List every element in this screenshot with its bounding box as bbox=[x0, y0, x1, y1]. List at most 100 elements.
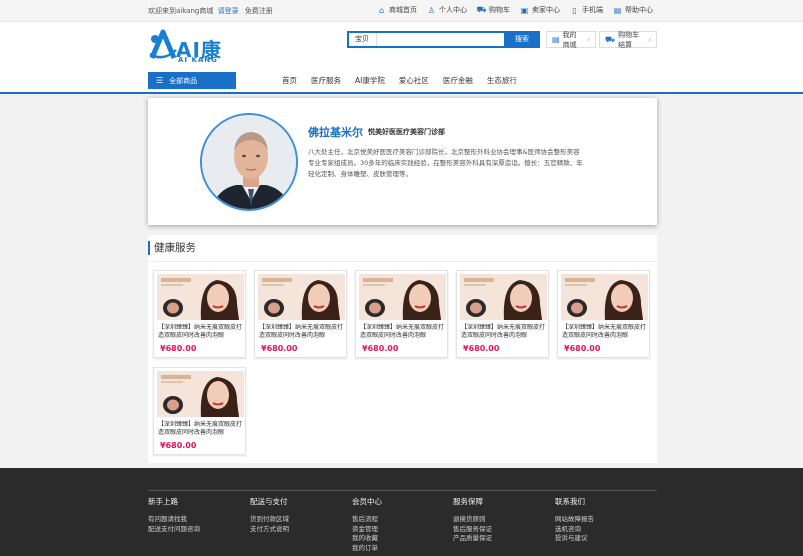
product-image[interactable] bbox=[258, 274, 345, 320]
main-nav: ☰ 全部商品 首页 医疗服务 AI康学院 爱心社区 医疗金融 生态旅行 bbox=[0, 72, 803, 94]
all-categories-button[interactable]: ☰ 全部商品 bbox=[148, 72, 236, 89]
cart-icon: ⛟ bbox=[605, 34, 616, 44]
product-card[interactable]: 【深圳臻臻】纳米无痕双眼皮打造双眼皮同时改善肉泡眼 ¥680.00 bbox=[254, 270, 347, 358]
doctor-avatar bbox=[200, 113, 298, 211]
product-card[interactable]: 【深圳臻臻】纳米无痕双眼皮打造双眼皮同时改善肉泡眼 ¥680.00 bbox=[153, 367, 246, 455]
cart-checkout-label: 购物车结算 bbox=[618, 30, 640, 49]
home-icon: ⌂ bbox=[378, 5, 385, 15]
top-link-label: 卖家中心 bbox=[532, 6, 560, 14]
logo-mark-icon bbox=[149, 29, 177, 59]
doctor-title: 悦美好医医疗美容门诊部 bbox=[368, 128, 445, 136]
product-photo-icon bbox=[258, 274, 345, 320]
product-card[interactable]: 【深圳臻臻】纳米无痕双眼皮打造双眼皮同时改善肉泡眼 ¥680.00 bbox=[355, 270, 448, 358]
footer-link[interactable]: 退换货原则 bbox=[453, 515, 492, 525]
nav-items: 首页 医疗服务 AI康学院 爱心社区 医疗金融 生态旅行 bbox=[282, 75, 531, 86]
product-price: ¥680.00 bbox=[564, 344, 601, 353]
top-link-label: 商城首页 bbox=[389, 6, 417, 14]
top-link-label: 购物车 bbox=[489, 6, 510, 14]
footer-column-title: 联系我们 bbox=[555, 497, 585, 506]
product-photo-icon bbox=[561, 274, 648, 320]
top-link-user[interactable]: ♙ 个人中心 bbox=[427, 5, 467, 15]
welcome-area: 欢迎来到aikang商城 请登录 免费注册 bbox=[148, 6, 273, 16]
top-link-cart[interactable]: ⛟ 购物车 bbox=[476, 5, 510, 15]
product-photo-icon bbox=[460, 274, 547, 320]
top-link-label: 个人中心 bbox=[439, 6, 467, 14]
product-price: ¥680.00 bbox=[160, 441, 197, 450]
footer-link[interactable]: 有问题请找我 bbox=[148, 515, 200, 525]
header: AI康 AI KANG 宝贝 搜索 ▤ 我的商城 › ⛟ 购物车结算 › bbox=[0, 22, 803, 72]
register-link[interactable]: 免费注册 bbox=[245, 7, 273, 15]
chevron-right-icon: › bbox=[648, 35, 651, 44]
search-scope-label[interactable]: 宝贝 bbox=[349, 33, 377, 46]
product-description[interactable]: 【深圳臻臻】纳米无痕双眼皮打造双眼皮同时改善肉泡眼 bbox=[158, 421, 244, 437]
product-description[interactable]: 【深圳臻臻】纳米无痕双眼皮打造双眼皮同时改善肉泡眼 bbox=[259, 324, 345, 340]
product-photo-icon bbox=[157, 371, 244, 417]
my-mall-button[interactable]: ▤ 我的商城 › bbox=[546, 30, 596, 49]
avatar-portrait-icon bbox=[202, 115, 296, 209]
footer-link[interactable]: 我的收藏 bbox=[352, 534, 382, 544]
my-mall-label: 我的商城 bbox=[562, 30, 577, 49]
product-price: ¥680.00 bbox=[362, 344, 399, 353]
all-categories-label: 全部商品 bbox=[169, 76, 198, 85]
top-link-seller[interactable]: ▣ 卖家中心 bbox=[520, 5, 560, 15]
top-links: ⌂ 商城首页 ♙ 个人中心 ⛟ 购物车 ▣ 卖家中心 ▯ 手机端 ▤ 帮助中心 bbox=[367, 5, 653, 15]
footer-link[interactable]: 投诉与建议 bbox=[555, 534, 594, 544]
footer: 新手上路 有问题请找我 配送支付问题咨询 配送与支付 货到付款区域 支付方式说明 会员中心售… bbox=[0, 468, 803, 556]
footer-column: 配送与支付 货到付款区域 支付方式说明 bbox=[250, 496, 289, 534]
product-description[interactable]: 【深圳臻臻】纳米无痕双眼皮打造双眼皮同时改善肉泡眼 bbox=[360, 324, 446, 340]
footer-link[interactable]: 配送支付问题咨询 bbox=[148, 525, 200, 535]
doctor-profile-card: 佛拉基米尔 悦美好医医疗美容门诊部 八大处主任，北京悦美好医医疗美容门诊部院长，… bbox=[148, 98, 657, 225]
product-price: ¥680.00 bbox=[160, 344, 197, 353]
mobile-icon: ▯ bbox=[572, 5, 577, 15]
footer-link[interactable]: 售后流程 bbox=[352, 515, 382, 525]
footer-divider bbox=[148, 490, 657, 491]
health-services-section: 健康服务 【深圳臻臻】纳米无痕双眼皮打造双眼皮同时改善肉泡眼 ¥680.00 【深圳… bbox=[148, 235, 657, 463]
nav-item-medical[interactable]: 医疗服务 bbox=[311, 75, 341, 86]
product-image[interactable] bbox=[157, 371, 244, 417]
top-bar: 欢迎来到aikang商城 请登录 免费注册 ⌂ 商城首页 ♙ 个人中心 ⛟ 购物车 ▣… bbox=[0, 0, 803, 22]
chevron-right-icon: › bbox=[587, 35, 590, 44]
search-button[interactable]: 搜索 bbox=[504, 31, 540, 48]
nav-item-academy[interactable]: AI康学院 bbox=[355, 75, 385, 86]
product-price: ¥680.00 bbox=[463, 344, 500, 353]
search-bar: 宝贝 搜索 bbox=[347, 31, 540, 48]
footer-link[interactable]: 资金管理 bbox=[352, 525, 382, 535]
footer-column: 联系我们网站故障报告 选机咨询 投诉与建议 bbox=[555, 496, 594, 544]
footer-link[interactable]: 选机咨询 bbox=[555, 525, 594, 535]
product-image[interactable] bbox=[157, 274, 244, 320]
product-description[interactable]: 【深圳臻臻】纳米无痕双眼皮打造双眼皮同时改善肉泡眼 bbox=[461, 324, 547, 340]
footer-link[interactable]: 我的订单 bbox=[352, 544, 382, 554]
site-logo[interactable]: AI康 AI KANG bbox=[148, 26, 238, 66]
footer-column: 服务保障退换货原则 售后服务保证 产品质量保证 bbox=[453, 496, 492, 544]
login-link[interactable]: 请登录 bbox=[218, 7, 239, 15]
product-card[interactable]: 【深圳臻臻】纳米无痕双眼皮打造双眼皮同时改善肉泡眼 ¥680.00 bbox=[153, 270, 246, 358]
footer-column-title: 新手上路 bbox=[148, 497, 178, 506]
product-description[interactable]: 【深圳臻臻】纳米无痕双眼皮打造双眼皮同时改善肉泡眼 bbox=[158, 324, 244, 340]
nav-item-finance[interactable]: 医疗金融 bbox=[443, 75, 473, 86]
welcome-text: 欢迎来到aikang商城 bbox=[148, 7, 214, 15]
top-link-help[interactable]: ▤ 帮助中心 bbox=[613, 5, 653, 15]
product-image[interactable] bbox=[359, 274, 446, 320]
top-link-home[interactable]: ⌂ 商城首页 bbox=[377, 5, 417, 15]
doctor-name: 佛拉基米尔 bbox=[308, 126, 363, 139]
product-image[interactable] bbox=[460, 274, 547, 320]
product-card[interactable]: 【深圳臻臻】纳米无痕双眼皮打造双眼皮同时改善肉泡眼 ¥680.00 bbox=[557, 270, 650, 358]
product-image[interactable] bbox=[561, 274, 648, 320]
top-link-mobile[interactable]: ▯ 手机端 bbox=[570, 5, 603, 15]
nav-item-community[interactable]: 爱心社区 bbox=[399, 75, 429, 86]
footer-link[interactable]: 产品质量保证 bbox=[453, 534, 492, 544]
doctor-bio: 八大处主任，北京悦美好医医疗美容门诊部院长，北京整形外科业协会理事&医师协会整形… bbox=[308, 148, 583, 178]
search-input[interactable] bbox=[377, 33, 504, 46]
nav-item-home[interactable]: 首页 bbox=[282, 75, 297, 86]
store-icon: ▣ bbox=[520, 5, 529, 15]
product-photo-icon bbox=[157, 274, 244, 320]
footer-column-title: 服务保障 bbox=[453, 497, 483, 506]
footer-link[interactable]: 网站故障报告 bbox=[555, 515, 594, 525]
cart-checkout-button[interactable]: ⛟ 购物车结算 › bbox=[599, 30, 657, 49]
product-description[interactable]: 【深圳臻臻】纳米无痕双眼皮打造双眼皮同时改善肉泡眼 bbox=[562, 324, 648, 340]
nav-item-travel[interactable]: 生态旅行 bbox=[487, 75, 517, 86]
footer-link[interactable]: 支付方式说明 bbox=[250, 525, 289, 535]
footer-link[interactable]: 售后服务保证 bbox=[453, 525, 492, 535]
product-card[interactable]: 【深圳臻臻】纳米无痕双眼皮打造双眼皮同时改善肉泡眼 ¥680.00 bbox=[456, 270, 549, 358]
footer-link[interactable]: 货到付款区域 bbox=[250, 515, 289, 525]
